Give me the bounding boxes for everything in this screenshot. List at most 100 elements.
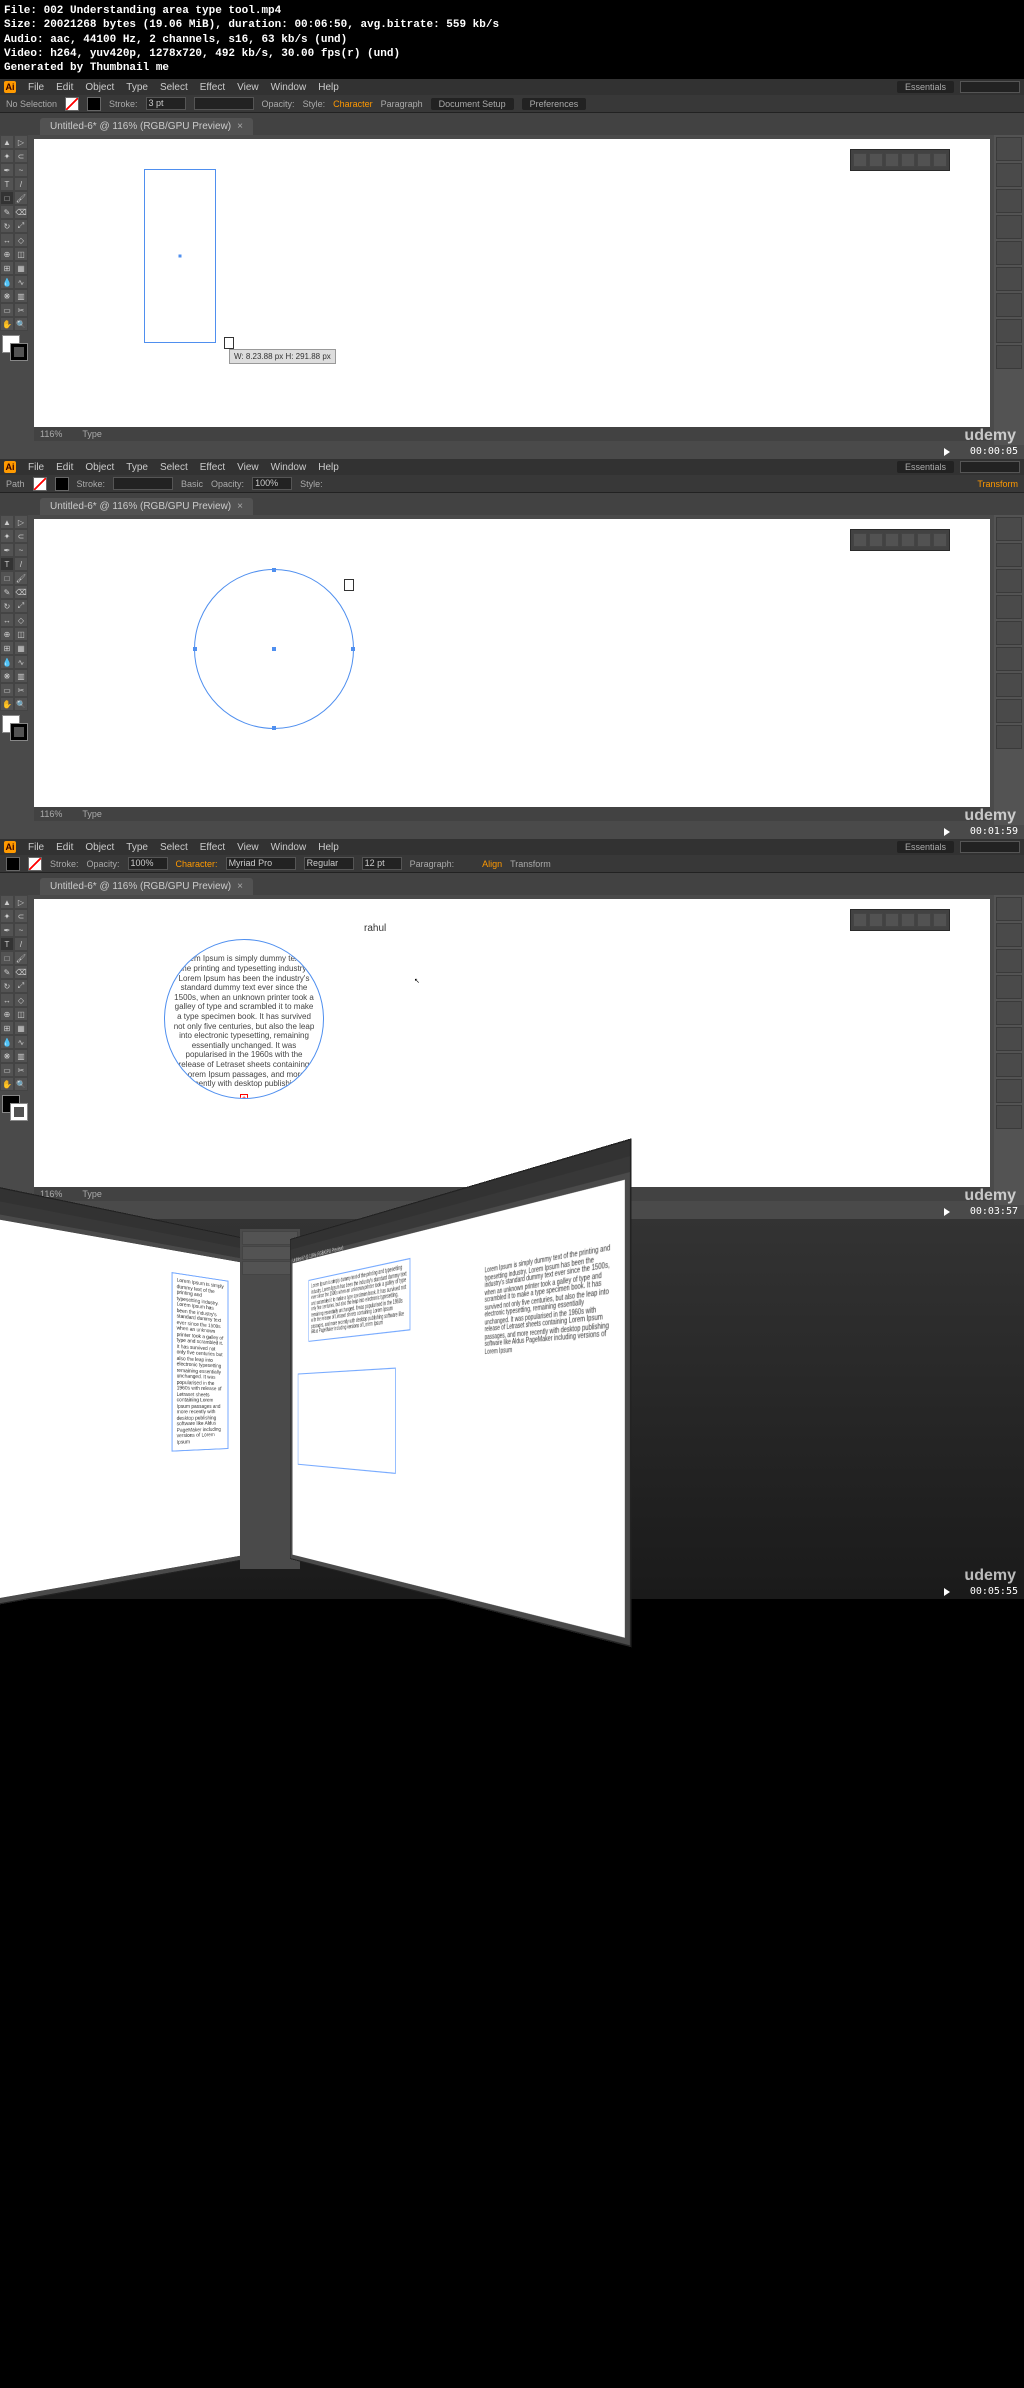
panel-btn-1[interactable] bbox=[853, 533, 867, 547]
menu-type[interactable]: Type bbox=[126, 462, 148, 473]
tool-graph[interactable]: ▥ bbox=[14, 669, 28, 683]
handle-right-icon[interactable] bbox=[351, 647, 355, 651]
dock-swatches-icon[interactable] bbox=[996, 163, 1022, 187]
dock-transparency-icon[interactable] bbox=[996, 1053, 1022, 1077]
menu-edit[interactable]: Edit bbox=[56, 842, 73, 853]
stroke-color-icon[interactable] bbox=[10, 343, 28, 361]
tool-width[interactable]: ↔ bbox=[0, 613, 14, 627]
ellipse-shape[interactable] bbox=[194, 569, 354, 729]
panel-btn-3[interactable] bbox=[885, 913, 899, 927]
tool-curvature[interactable]: ~ bbox=[14, 163, 28, 177]
tool-lasso[interactable]: ⊂ bbox=[14, 529, 28, 543]
search-input[interactable] bbox=[960, 81, 1020, 93]
tool-rotate[interactable]: ↻ bbox=[0, 979, 14, 993]
tool-shape-builder[interactable]: ⊕ bbox=[0, 627, 14, 641]
fill-swatch[interactable] bbox=[6, 857, 20, 871]
tool-width[interactable]: ↔ bbox=[0, 993, 14, 1007]
dock-appearance-icon[interactable] bbox=[996, 1079, 1022, 1103]
workspace-switcher[interactable]: Essentials bbox=[897, 461, 954, 473]
dock-transparency-icon[interactable] bbox=[996, 293, 1022, 317]
preferences-button[interactable]: Preferences bbox=[522, 98, 587, 110]
panel-btn-6[interactable] bbox=[933, 153, 947, 167]
menu-object[interactable]: Object bbox=[85, 842, 114, 853]
panel-btn-5[interactable] bbox=[917, 533, 931, 547]
tool-curvature[interactable]: ~ bbox=[14, 543, 28, 557]
panel-btn-6[interactable] bbox=[933, 533, 947, 547]
tool-eyedropper[interactable]: 💧 bbox=[0, 275, 14, 289]
tool-rotate[interactable]: ↻ bbox=[0, 599, 14, 613]
tool-type[interactable]: T bbox=[0, 557, 14, 571]
tool-perspective[interactable]: ◫ bbox=[14, 1007, 28, 1021]
tool-direct-select[interactable]: ▷ bbox=[14, 895, 28, 909]
tool-paintbrush[interactable]: 🖌 bbox=[14, 571, 28, 585]
type-panel[interactable] bbox=[850, 909, 950, 931]
tool-pencil[interactable]: ✎ bbox=[0, 585, 14, 599]
tool-gradient[interactable]: ▦ bbox=[14, 1021, 28, 1035]
type-panel[interactable] bbox=[850, 529, 950, 551]
panel-btn-2[interactable] bbox=[869, 533, 883, 547]
fill-stroke-indicator[interactable] bbox=[2, 335, 28, 361]
document-tab[interactable]: Untitled-6* @ 116% (RGB/GPU Preview) × bbox=[40, 498, 253, 515]
menu-view[interactable]: View bbox=[237, 462, 259, 473]
tool-slice[interactable]: ✂ bbox=[14, 683, 28, 697]
handle-left-icon[interactable] bbox=[193, 647, 197, 651]
opacity-input[interactable]: 100% bbox=[252, 477, 292, 490]
tool-eyedropper[interactable]: 💧 bbox=[0, 655, 14, 669]
dock-color-icon[interactable] bbox=[996, 137, 1022, 161]
rahul-text[interactable]: rahul bbox=[364, 923, 386, 934]
tool-hand[interactable]: ✋ bbox=[0, 1077, 14, 1091]
rectangle-shape[interactable] bbox=[144, 169, 216, 343]
tool-eraser[interactable]: ⌫ bbox=[14, 205, 28, 219]
dock-swatches-icon[interactable] bbox=[996, 543, 1022, 567]
tool-selection[interactable]: ▲ bbox=[0, 895, 14, 909]
panel-btn-6[interactable] bbox=[933, 913, 947, 927]
zoom-level[interactable]: 116% bbox=[40, 429, 62, 439]
tool-symbol[interactable]: ❋ bbox=[0, 289, 14, 303]
handle-top-icon[interactable] bbox=[272, 568, 276, 572]
fill-stroke-indicator[interactable] bbox=[2, 1095, 28, 1121]
tool-rectangle[interactable]: □ bbox=[0, 191, 14, 205]
fill-stroke-indicator[interactable] bbox=[2, 715, 28, 741]
panel-btn-2[interactable] bbox=[869, 153, 883, 167]
tool-mesh[interactable]: ⊞ bbox=[0, 641, 14, 655]
canvas[interactable]: W: 8.23.88 px H: 291.88 px bbox=[34, 139, 990, 427]
tool-perspective[interactable]: ◫ bbox=[14, 627, 28, 641]
menu-window[interactable]: Window bbox=[271, 842, 307, 853]
transform-link[interactable]: Transform bbox=[510, 859, 551, 869]
tool-pen[interactable]: ✒ bbox=[0, 543, 14, 557]
dock-gradient-icon[interactable] bbox=[996, 1027, 1022, 1051]
menu-effect[interactable]: Effect bbox=[200, 842, 225, 853]
tool-hand[interactable]: ✋ bbox=[0, 697, 14, 711]
tool-eraser[interactable]: ⌫ bbox=[14, 965, 28, 979]
canvas[interactable] bbox=[34, 519, 990, 807]
tool-pen[interactable]: ✒ bbox=[0, 923, 14, 937]
tool-symbol[interactable]: ❋ bbox=[0, 669, 14, 683]
document-tab[interactable]: Untitled-6* @ 116% (RGB/GPU Preview) × bbox=[40, 118, 253, 135]
fill-swatch[interactable] bbox=[65, 97, 79, 111]
dock-transparency-icon[interactable] bbox=[996, 673, 1022, 697]
font-family-input[interactable]: Myriad Pro bbox=[226, 857, 296, 870]
stroke-swatch[interactable] bbox=[55, 477, 69, 491]
tool-line[interactable]: / bbox=[14, 177, 28, 191]
brush-def-dropdown[interactable] bbox=[113, 477, 173, 490]
panel-btn-1[interactable] bbox=[853, 153, 867, 167]
tool-pen[interactable]: ✒ bbox=[0, 163, 14, 177]
tool-eyedropper[interactable]: 💧 bbox=[0, 1035, 14, 1049]
dock-symbols-icon[interactable] bbox=[996, 975, 1022, 999]
dock-appearance-icon[interactable] bbox=[996, 319, 1022, 343]
tool-mesh[interactable]: ⊞ bbox=[0, 1021, 14, 1035]
tool-pencil[interactable]: ✎ bbox=[0, 205, 14, 219]
tool-type[interactable]: T bbox=[0, 177, 14, 191]
search-input[interactable] bbox=[960, 461, 1020, 473]
panel-btn-4[interactable] bbox=[901, 153, 915, 167]
menu-help[interactable]: Help bbox=[318, 82, 339, 93]
document-setup-button[interactable]: Document Setup bbox=[431, 98, 514, 110]
panel-btn-5[interactable] bbox=[917, 913, 931, 927]
tool-gradient[interactable]: ▦ bbox=[14, 261, 28, 275]
search-input[interactable] bbox=[960, 841, 1020, 853]
tool-slice[interactable]: ✂ bbox=[14, 303, 28, 317]
stroke-width-input[interactable]: 3 pt bbox=[146, 97, 186, 110]
stroke-color-icon[interactable] bbox=[10, 1103, 28, 1121]
menu-help[interactable]: Help bbox=[318, 462, 339, 473]
dock-gradient-icon[interactable] bbox=[996, 267, 1022, 291]
